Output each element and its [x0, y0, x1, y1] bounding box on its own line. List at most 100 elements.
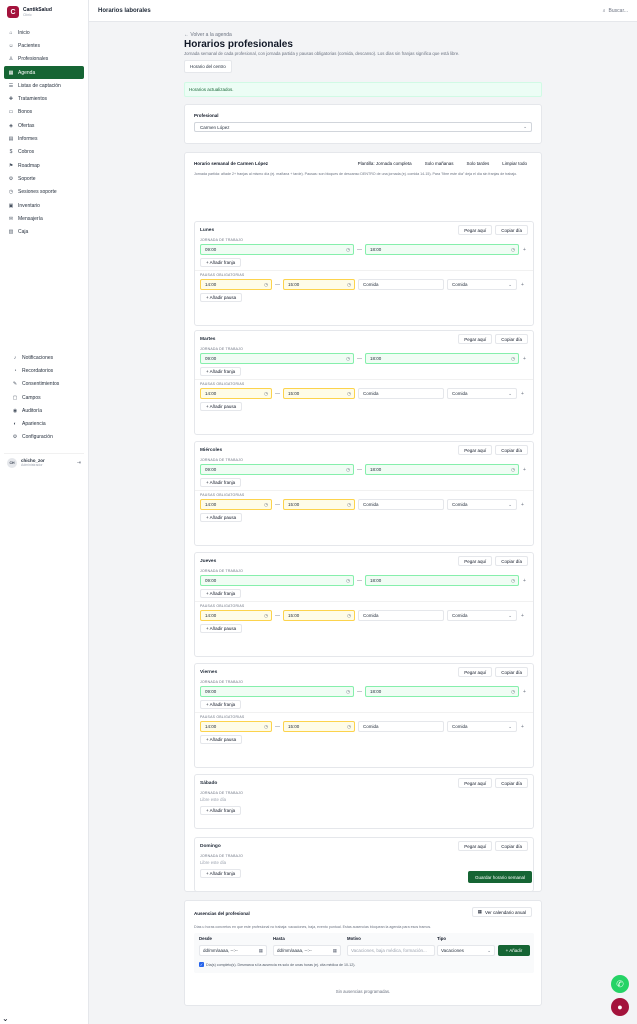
- add-slot-button[interactable]: + Añadir franja: [200, 367, 242, 376]
- copy-day-button[interactable]: Copiar día: [495, 667, 528, 677]
- sidebar-item-agenda[interactable]: ▦ Agenda: [4, 65, 84, 80]
- sidebar-item-bonos[interactable]: ▭ Bonos: [4, 106, 84, 119]
- paste-button[interactable]: Pegar aquí: [458, 445, 493, 455]
- plus-icon[interactable]: +: [521, 282, 524, 288]
- sidebar-item-notificaciones[interactable]: ♪ Notificaciones: [8, 351, 80, 364]
- plus-icon[interactable]: +: [523, 689, 526, 695]
- sidebar-item-consentimientos[interactable]: ✎ Consentimientos: [8, 378, 80, 391]
- pause-end-input[interactable]: 15:00 ◷: [283, 499, 355, 510]
- work-start-input[interactable]: 09:00 ◷: [200, 575, 354, 586]
- work-start-input[interactable]: 09:00 ◷: [200, 686, 354, 697]
- sidebar-item-soporte[interactable]: ⚙ Soporte: [4, 172, 84, 185]
- plus-icon[interactable]: +: [521, 613, 524, 619]
- add-pause-button[interactable]: + Añadir pausa: [200, 513, 243, 522]
- paste-button[interactable]: Pegar aquí: [458, 556, 493, 566]
- morning-button[interactable]: Solo mañanas: [419, 158, 459, 168]
- sidebar-item-campos[interactable]: ▢ Campos: [8, 391, 80, 404]
- pause-start-input[interactable]: 14:00 ◷: [200, 499, 272, 510]
- paste-button[interactable]: Pegar aquí: [458, 225, 493, 235]
- pause-end-input[interactable]: 15:00 ◷: [283, 721, 355, 732]
- pause-type-select[interactable]: Comida ⌄: [447, 279, 517, 290]
- sidebar-item-informes[interactable]: ▤ Informes: [4, 132, 84, 145]
- add-slot-button[interactable]: + Añadir franja: [200, 869, 242, 878]
- pause-end-input[interactable]: 15:00 ◷: [283, 388, 355, 399]
- pause-end-input[interactable]: 15:00 ◷: [283, 610, 355, 621]
- paste-button[interactable]: Pegar aquí: [458, 334, 493, 344]
- chat-button[interactable]: ●: [611, 998, 629, 1016]
- paste-button[interactable]: Pegar aquí: [458, 778, 493, 788]
- plus-icon[interactable]: +: [523, 247, 526, 253]
- allday-checkbox[interactable]: ✓: [199, 962, 204, 967]
- pause-end-input[interactable]: 15:00 ◷: [283, 279, 355, 290]
- whatsapp-button[interactable]: ✆: [611, 975, 629, 993]
- pause-reason-input[interactable]: Comida: [358, 610, 444, 621]
- profesional-select[interactable]: Carmen López ⌄: [194, 122, 532, 132]
- save-schedule-button[interactable]: Guardar horario semanal: [467, 871, 532, 883]
- template-button[interactable]: Plantilla: Jornada completa: [352, 158, 417, 168]
- plus-icon[interactable]: +: [523, 356, 526, 362]
- add-slot-button[interactable]: + Añadir franja: [200, 478, 242, 487]
- copy-day-button[interactable]: Copiar día: [495, 225, 528, 235]
- sidebar-item-auditoria[interactable]: ◉ Auditoría: [8, 404, 80, 417]
- plus-icon[interactable]: +: [523, 578, 526, 584]
- add-pause-button[interactable]: + Añadir pausa: [200, 735, 243, 744]
- user-profile[interactable]: CH chicho_zor Administrador ⇥: [4, 453, 84, 471]
- work-start-input[interactable]: 09:00 ◷: [200, 244, 354, 255]
- work-end-input[interactable]: 18:00 ◷: [365, 464, 519, 475]
- annual-calendar-button[interactable]: ▦ Ver calendario anual: [471, 907, 532, 917]
- plus-icon[interactable]: +: [521, 391, 524, 397]
- plus-icon[interactable]: +: [521, 502, 524, 508]
- sidebar-item-inventario[interactable]: ▣ Inventario: [4, 199, 84, 212]
- add-pause-button[interactable]: + Añadir pausa: [200, 624, 243, 633]
- add-slot-button[interactable]: + Añadir franja: [200, 700, 242, 709]
- work-start-input[interactable]: 09:00 ◷: [200, 353, 354, 364]
- pause-type-select[interactable]: Comida ⌄: [447, 499, 517, 510]
- pause-start-input[interactable]: 14:00 ◷: [200, 388, 272, 399]
- copy-day-button[interactable]: Copiar día: [495, 445, 528, 455]
- sidebar-item-caja[interactable]: ▥ Caja: [4, 225, 84, 238]
- plus-icon[interactable]: +: [521, 724, 524, 730]
- pause-type-select[interactable]: Comida ⌄: [447, 388, 517, 399]
- copy-day-button[interactable]: Copiar día: [495, 334, 528, 344]
- chevron-down-icon[interactable]: ⌄: [2, 1014, 9, 1023]
- sidebar-item-tratamientos[interactable]: ✚ Tratamientos: [4, 92, 84, 105]
- add-absence-button[interactable]: + Añadir: [498, 945, 530, 956]
- pause-reason-input[interactable]: Comida: [358, 388, 444, 399]
- from-input[interactable]: dd/mm/aaaa, --:-- ▦: [199, 945, 267, 956]
- brand[interactable]: C CantikSalud Clínic: [0, 0, 88, 26]
- add-slot-button[interactable]: + Añadir franja: [200, 258, 242, 267]
- paste-button[interactable]: Pegar aquí: [458, 841, 493, 851]
- sidebar-item-listas[interactable]: ☰ Listas de captación: [4, 79, 84, 92]
- add-slot-button[interactable]: + Añadir franja: [200, 589, 242, 598]
- pause-reason-input[interactable]: Comida: [358, 721, 444, 732]
- pause-start-input[interactable]: 14:00 ◷: [200, 610, 272, 621]
- sidebar-item-ofertas[interactable]: ◈ Ofertas: [4, 119, 84, 132]
- sidebar-item-roadmap[interactable]: ⚑ Roadmap: [4, 159, 84, 172]
- sidebar-item-apariencia[interactable]: ◐ Apariencia: [8, 417, 80, 430]
- work-start-input[interactable]: 09:00 ◷: [200, 464, 354, 475]
- to-input[interactable]: dd/mm/aaaa, --:-- ▦: [273, 945, 341, 956]
- work-end-input[interactable]: 18:00 ◷: [365, 244, 519, 255]
- copy-day-button[interactable]: Copiar día: [495, 841, 528, 851]
- pause-start-input[interactable]: 14:00 ◷: [200, 279, 272, 290]
- search-box[interactable]: ⌕ Buscar...: [603, 8, 628, 14]
- copy-day-button[interactable]: Copiar día: [495, 778, 528, 788]
- plus-icon[interactable]: +: [523, 467, 526, 473]
- work-end-input[interactable]: 18:00 ◷: [365, 575, 519, 586]
- sidebar-item-home[interactable]: ⌂ Inicio: [4, 26, 84, 39]
- add-pause-button[interactable]: + Añadir pausa: [200, 293, 243, 302]
- work-end-input[interactable]: 18:00 ◷: [365, 353, 519, 364]
- pause-type-select[interactable]: Comida ⌄: [447, 721, 517, 732]
- sidebar-item-configuracion[interactable]: ⚙ Configuración: [8, 431, 80, 444]
- sidebar-item-pacientes[interactable]: ☺ Pacientes: [4, 39, 84, 52]
- pause-type-select[interactable]: Comida ⌄: [447, 610, 517, 621]
- type-select[interactable]: Vacaciones ⌄: [437, 945, 495, 956]
- reason-input[interactable]: Vacaciones, baja médica, formación...: [347, 945, 435, 956]
- afternoon-button[interactable]: Solo tardes: [461, 158, 495, 168]
- paste-button[interactable]: Pegar aquí: [458, 667, 493, 677]
- copy-day-button[interactable]: Copiar día: [495, 556, 528, 566]
- sidebar-item-mensajeria[interactable]: ✉ Mensajería: [4, 212, 84, 225]
- pause-start-input[interactable]: 14:00 ◷: [200, 721, 272, 732]
- sidebar-item-recordatorios[interactable]: ◔ Recordatorios: [8, 364, 80, 377]
- sidebar-item-profesionales[interactable]: ♙ Profesionales: [4, 53, 84, 66]
